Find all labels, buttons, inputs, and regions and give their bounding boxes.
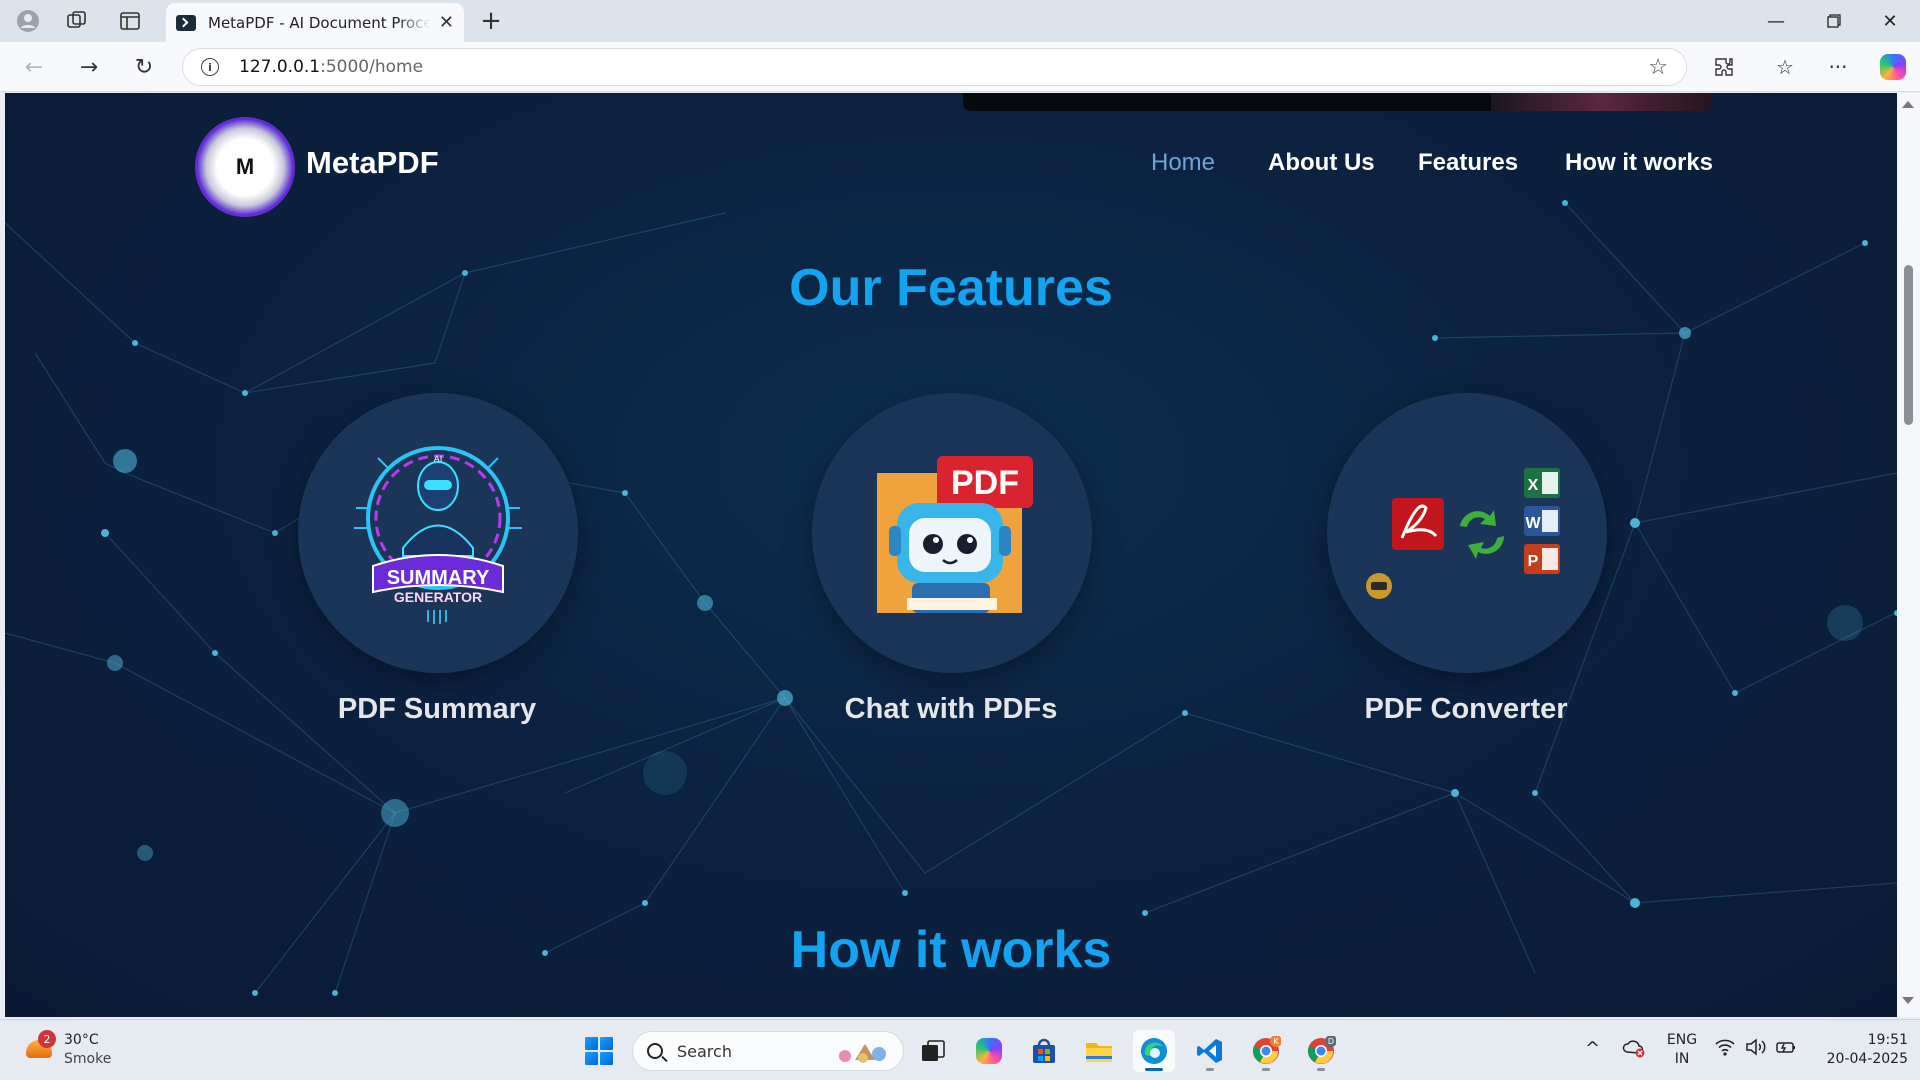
clock[interactable]: 19:51 20-04-2025 — [1808, 1031, 1908, 1069]
more-menu-icon[interactable]: ··· — [1821, 52, 1855, 82]
chat-robot-image: PDF — [812, 393, 1092, 673]
tab-title: MetaPDF - AI Document Processing — [208, 13, 430, 32]
extensions-icon[interactable] — [1707, 52, 1741, 82]
hero-video-strip — [963, 93, 1711, 111]
wifi-icon[interactable] — [1715, 1038, 1735, 1061]
feature-card-chat[interactable]: PDF Chat with PDFs — [791, 393, 1111, 733]
scroll-down-arrow-icon[interactable] — [1902, 997, 1914, 1004]
search-icon — [647, 1043, 663, 1059]
word-letter: W — [1525, 515, 1541, 532]
brand-name[interactable]: MetaPDF — [306, 145, 439, 181]
language-code: ENG — [1666, 1032, 1698, 1048]
volume-icon[interactable] — [1745, 1038, 1767, 1061]
feature-card-summary[interactable]: AI SUMMARY GENERATOR PDF Summary — [277, 393, 597, 733]
url-path: :5000/home — [320, 57, 424, 77]
clock-time: 19:51 — [1867, 1032, 1908, 1048]
task-view-button[interactable] — [912, 1030, 954, 1072]
new-tab-button[interactable]: + — [474, 6, 508, 36]
store-icon[interactable] — [1023, 1030, 1065, 1072]
excel-letter: X — [1528, 477, 1539, 494]
back-button[interactable]: ← — [16, 51, 52, 83]
copilot-icon[interactable] — [1876, 52, 1910, 82]
copilot-taskbar-icon[interactable] — [968, 1030, 1010, 1072]
logo-letter: M — [235, 154, 255, 179]
scroll-up-arrow-icon[interactable] — [1902, 101, 1914, 108]
minimize-button[interactable]: — — [1748, 0, 1804, 42]
restore-button[interactable] — [1806, 0, 1862, 42]
summary-badge-line1: SUMMARY — [387, 567, 490, 589]
profile-icon[interactable] — [8, 7, 48, 35]
robot-ai-tag: AI — [434, 455, 443, 465]
nav-home[interactable]: Home — [1151, 149, 1215, 177]
edge-taskbar-icon[interactable] — [1133, 1030, 1175, 1072]
favorites-icon[interactable]: ☆ — [1768, 52, 1802, 82]
chrome-profile-k-icon[interactable]: K — [1245, 1030, 1287, 1072]
feature-label-converter: PDF Converter — [1364, 693, 1568, 725]
feature-label-chat: Chat with PDFs — [844, 693, 1058, 725]
metapdf-logo[interactable]: M — [195, 117, 295, 217]
features-section-title: Our Features — [789, 259, 1113, 317]
region-code: IN — [1674, 1051, 1690, 1067]
search-highlight-icon — [839, 1044, 886, 1063]
address-toolbar: ← → ↻ i 127.0.0.1:5000/home ☆ ☆ ··· — [0, 42, 1920, 92]
weather-widget[interactable]: 2 30°C Smoke — [20, 1030, 130, 1072]
show-hidden-icons-chevron-icon[interactable]: ^ — [1585, 1038, 1600, 1059]
browser-tab-active[interactable]: MetaPDF - AI Document Processing ✕ — [166, 3, 464, 42]
chrome-badge-d: D — [1328, 1037, 1334, 1046]
nav-how-it-works[interactable]: How it works — [1565, 149, 1713, 177]
pdf-badge-text: PDF — [951, 464, 1019, 502]
clock-date: 20-04-2025 — [1826, 1051, 1908, 1067]
close-window-button[interactable]: ✕ — [1862, 0, 1918, 42]
url-host: 127.0.0.1 — [239, 57, 321, 77]
forward-button[interactable]: → — [71, 51, 107, 83]
language-indicator[interactable]: ENG IN — [1665, 1031, 1699, 1069]
weather-condition: Smoke — [64, 1051, 112, 1067]
nav-about-us[interactable]: About Us — [1268, 149, 1375, 177]
pdf-converter-image: X W P — [1327, 393, 1607, 673]
start-button[interactable] — [578, 1030, 620, 1072]
address-bar[interactable]: i 127.0.0.1:5000/home ☆ — [182, 48, 1687, 86]
feature-label-summary: PDF Summary — [337, 693, 537, 725]
chrome-badge-k: K — [1273, 1037, 1279, 1046]
page-scrollbar[interactable] — [1897, 93, 1920, 1017]
windows-taskbar: 2 30°C Smoke Search K D ^ ENG IN 19:51 2… — [0, 1019, 1920, 1080]
summary-badge-line2: GENERATOR — [394, 589, 482, 605]
browser-tab-bar: MetaPDF - AI Document Processing ✕ + — ✕ — [0, 0, 1920, 42]
nav-features[interactable]: Features — [1418, 149, 1518, 177]
chrome-profile-d-icon[interactable]: D — [1300, 1030, 1342, 1072]
terminal-favicon-icon — [176, 14, 196, 31]
vertical-tabs-icon[interactable] — [110, 7, 150, 35]
taskbar-search[interactable]: Search — [632, 1031, 904, 1071]
summary-generator-image: AI SUMMARY GENERATOR — [298, 393, 578, 673]
weather-badge: 2 — [38, 1030, 56, 1048]
site-info-icon[interactable]: i — [201, 58, 219, 76]
how-it-works-title: How it works — [790, 921, 1112, 979]
workspaces-icon[interactable] — [57, 7, 97, 35]
favorite-star-icon[interactable]: ☆ — [1648, 55, 1668, 80]
file-explorer-icon[interactable] — [1078, 1030, 1120, 1072]
onedrive-error-icon[interactable] — [1622, 1038, 1646, 1063]
close-tab-icon[interactable]: ✕ — [439, 12, 454, 33]
search-placeholder: Search — [677, 1041, 732, 1061]
scrollbar-thumb[interactable] — [1904, 265, 1913, 425]
battery-icon[interactable] — [1775, 1038, 1797, 1061]
page-viewport: M MetaPDF Home About Us Features How it … — [5, 93, 1897, 1017]
vscode-icon[interactable] — [1189, 1030, 1231, 1072]
windows-logo-icon — [585, 1037, 613, 1065]
feature-card-converter[interactable]: X W P PDF Converter — [1306, 393, 1626, 733]
powerpoint-letter: P — [1528, 553, 1539, 570]
refresh-button[interactable]: ↻ — [126, 51, 162, 83]
weather-temperature: 30°C — [64, 1032, 99, 1048]
